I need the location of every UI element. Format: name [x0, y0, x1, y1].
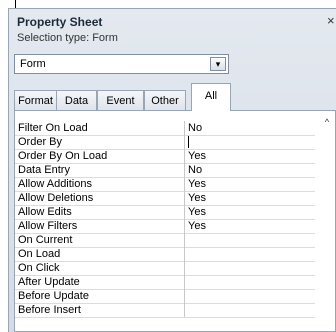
property-name: Allow Edits — [18, 205, 185, 219]
scroll-up-icon[interactable]: ^ — [320, 115, 334, 129]
tab-other[interactable]: Other — [144, 90, 186, 111]
property-name: On Load — [18, 247, 185, 261]
property-name: Before Insert — [18, 303, 185, 317]
property-name: Filter On Load — [18, 121, 185, 135]
panel-title: Property Sheet — [17, 15, 103, 29]
property-row[interactable]: On Click — [15, 261, 315, 276]
property-name: On Click — [18, 261, 185, 275]
property-row[interactable]: Order By On Load Yes — [15, 149, 315, 164]
selection-combobox[interactable]: Form ▾ — [14, 54, 229, 74]
property-row[interactable]: Allow Filters Yes — [15, 219, 315, 234]
property-name: Data Entry — [18, 163, 185, 177]
property-name: On Current — [18, 233, 185, 247]
property-row[interactable]: On Load — [15, 247, 315, 262]
property-name: Allow Filters — [18, 219, 185, 233]
property-name: Order By — [18, 135, 185, 149]
text-cursor — [188, 136, 189, 148]
property-value[interactable]: Yes — [188, 219, 206, 233]
property-row[interactable]: Allow Additions Yes — [15, 177, 315, 192]
property-row[interactable]: Allow Deletions Yes — [15, 191, 315, 206]
property-row[interactable]: On Current — [15, 233, 315, 248]
close-icon[interactable]: × — [327, 13, 335, 28]
property-value[interactable]: Yes — [188, 149, 206, 163]
chevron-down-icon[interactable]: ▾ — [210, 57, 226, 71]
property-row[interactable]: Before Update — [15, 289, 315, 304]
property-row[interactable]: Before Insert — [15, 303, 315, 318]
tab-data[interactable]: Data — [56, 90, 97, 111]
property-value[interactable]: No — [188, 121, 202, 135]
property-row[interactable]: Filter On Load No — [15, 121, 315, 136]
property-name: Order By On Load — [18, 149, 185, 163]
property-grid: Filter On Load No Order By Order By On L… — [14, 110, 336, 332]
property-value[interactable]: Yes — [188, 177, 206, 191]
property-value[interactable]: No — [188, 163, 202, 177]
tab-event[interactable]: Event — [97, 90, 144, 111]
property-name: Before Update — [18, 289, 185, 303]
property-row[interactable]: Order By — [15, 135, 315, 150]
property-name: Allow Additions — [18, 177, 185, 191]
tab-format[interactable]: Format — [14, 90, 57, 111]
property-row[interactable]: Allow Edits Yes — [15, 205, 315, 220]
property-row[interactable]: After Update — [15, 275, 315, 290]
tab-all[interactable]: All — [191, 83, 231, 111]
selection-combobox-value: Form — [20, 58, 46, 70]
selection-type-label: Selection type: Form — [17, 32, 118, 44]
property-value[interactable]: Yes — [188, 205, 206, 219]
property-value[interactable]: Yes — [188, 191, 206, 205]
property-name: After Update — [18, 275, 185, 289]
property-name: Allow Deletions — [18, 191, 185, 205]
property-row[interactable]: Data Entry No — [15, 163, 315, 178]
property-sheet-panel: Property Sheet × Selection type: Form Fo… — [8, 8, 336, 332]
